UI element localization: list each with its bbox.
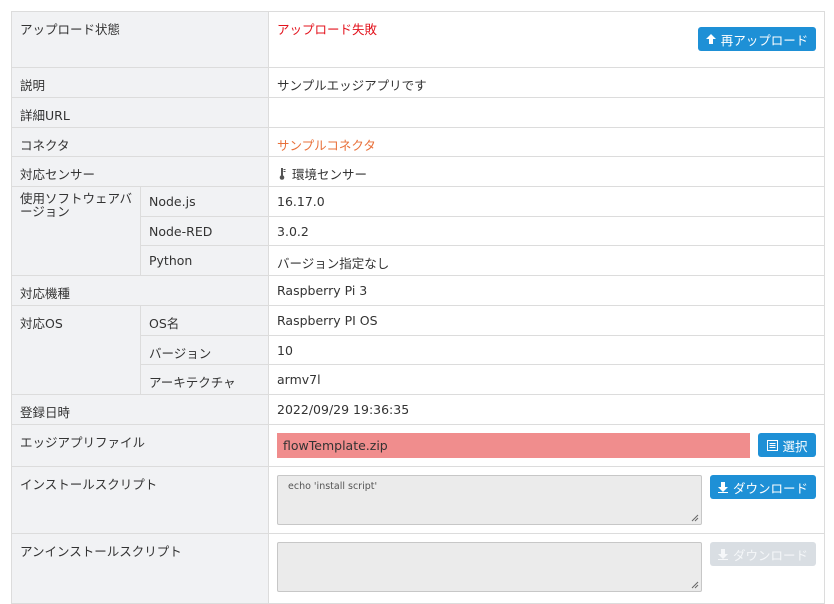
os-arch-label: アーキテクチャ: [139, 364, 270, 395]
uninstall-script-label: アンインストールスクリプト: [10, 533, 270, 604]
model-label: 対応機種: [10, 275, 270, 306]
software-label: 使用ソフトウェアバージョン: [11, 186, 141, 276]
uninstall-script-download-label: ダウンロード: [733, 547, 809, 563]
upload-status-cell: アップロード失敗 再アップロード: [268, 11, 826, 68]
detail-url-value: [268, 97, 826, 128]
software-name-python: Python: [139, 245, 270, 276]
download-icon: [718, 548, 728, 560]
app-file-name-text: flowTemplate.zip: [283, 438, 388, 453]
row-software-nodejs: 使用ソフトウェアバージョン Node.js 16.17.0: [11, 186, 826, 276]
list-icon: [766, 439, 778, 451]
row-install-script: インストールスクリプト echo 'install script' ダウンロード: [10, 466, 826, 534]
sensor-value: 環境センサー: [292, 167, 368, 182]
row-uninstall-script: アンインストールスクリプト ダウンロード: [10, 533, 826, 604]
uninstall-script-download-button[interactable]: ダウンロード: [710, 542, 817, 566]
connector-label: コネクタ: [10, 127, 270, 157]
download-icon: [718, 481, 728, 493]
uninstall-script-cell: ダウンロード: [268, 533, 826, 604]
select-file-button[interactable]: 選択: [758, 433, 817, 457]
app-file-cell: flowTemplate.zip 選択: [268, 424, 826, 467]
description-value: サンプルエッジアプリです: [268, 67, 826, 98]
connector-link[interactable]: サンプルコネクタ: [277, 138, 376, 153]
sensor-label: 対応センサー: [10, 156, 270, 187]
row-sensor: 対応センサー 環境センサー: [10, 156, 826, 187]
thermometer-icon: [279, 168, 286, 180]
install-script-cell: echo 'install script' ダウンロード: [268, 466, 826, 534]
resize-handle-icon[interactable]: [691, 514, 699, 522]
os-name-value: Raspberry PI OS: [268, 305, 826, 336]
row-description: 説明 サンプルエッジアプリです: [10, 67, 826, 98]
row-model: 対応機種 Raspberry Pi 3: [10, 275, 826, 306]
os-label: 対応OS: [11, 305, 141, 395]
install-script-download-button[interactable]: ダウンロード: [710, 475, 817, 499]
software-value-nodejs: 16.17.0: [268, 186, 826, 217]
sensor-cell: 環境センサー: [268, 156, 826, 187]
upload-status-value: アップロード失敗: [277, 22, 378, 37]
upload-icon: [705, 33, 716, 44]
install-script-textarea[interactable]: echo 'install script': [277, 475, 703, 525]
row-connector: コネクタ サンプルコネクタ: [10, 127, 826, 157]
row-upload-status: アップロード状態 アップロード失敗 再アップロード: [10, 11, 826, 68]
connector-cell: サンプルコネクタ: [268, 127, 826, 157]
select-file-button-label: 選択: [782, 438, 808, 454]
os-name-label: OS名: [139, 305, 270, 336]
resize-handle-icon[interactable]: [691, 581, 699, 589]
detail-url-label: 詳細URL: [10, 97, 270, 128]
description-label: 説明: [10, 67, 270, 98]
model-value: Raspberry Pi 3: [268, 275, 826, 306]
row-detail-url: 詳細URL: [10, 97, 826, 128]
row-app-file: エッジアプリファイル flowTemplate.zip 選択: [10, 424, 826, 467]
registered-label: 登録日時: [10, 394, 270, 425]
app-file-label: エッジアプリファイル: [10, 424, 270, 467]
os-version-label: バージョン: [139, 335, 270, 365]
os-version-value: 10: [268, 335, 826, 365]
software-name-nodered: Node-RED: [139, 216, 270, 246]
software-name-nodejs: Node.js: [139, 186, 270, 217]
software-value-python: バージョン指定なし: [268, 245, 826, 276]
row-registered: 登録日時 2022/09/29 19:36:35: [10, 394, 826, 425]
detail-table: アップロード状態 アップロード失敗 再アップロード 説明 サンプルエッジアプリで…: [10, 11, 826, 604]
registered-value: 2022/09/29 19:36:35: [268, 394, 826, 425]
install-script-text: echo 'install script': [288, 481, 378, 492]
reupload-button[interactable]: 再アップロード: [698, 27, 817, 51]
reupload-button-label: 再アップロード: [720, 32, 809, 48]
row-os-name: 対応OS OS名 Raspberry PI OS: [11, 305, 826, 395]
app-file-name[interactable]: flowTemplate.zip: [277, 433, 751, 458]
install-script-label: インストールスクリプト: [10, 466, 270, 534]
software-value-nodered: 3.0.2: [268, 216, 826, 246]
uninstall-script-textarea[interactable]: [277, 542, 703, 592]
upload-status-label: アップロード状態: [10, 11, 270, 68]
edge-app-detail: アップロード状態 アップロード失敗 再アップロード 説明 サンプルエッジアプリで…: [10, 11, 826, 604]
os-arch-value: armv7l: [268, 364, 826, 395]
install-script-download-label: ダウンロード: [733, 480, 809, 496]
